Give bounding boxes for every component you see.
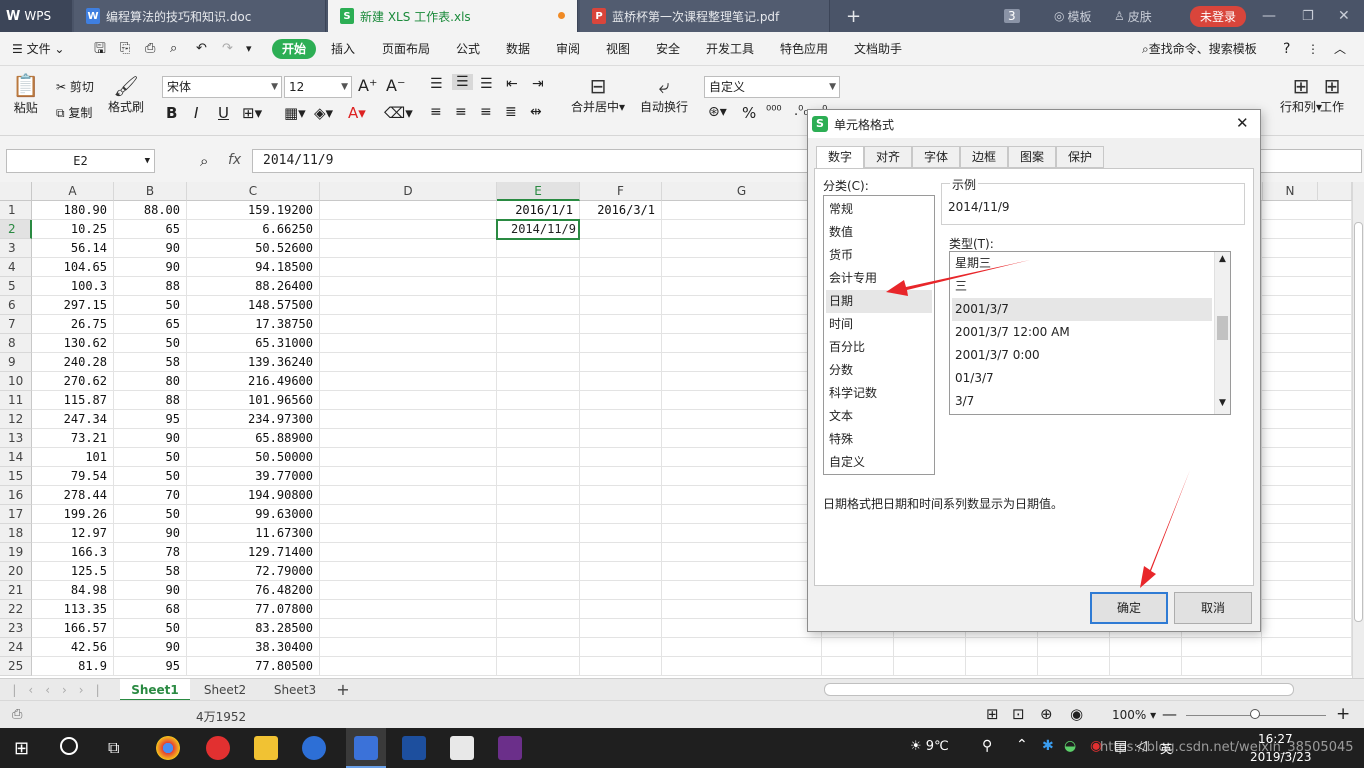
annotation-arrows [886,260,1190,588]
arrow-to-ok-button [1140,470,1190,588]
arrow-to-date-category [886,260,1030,296]
